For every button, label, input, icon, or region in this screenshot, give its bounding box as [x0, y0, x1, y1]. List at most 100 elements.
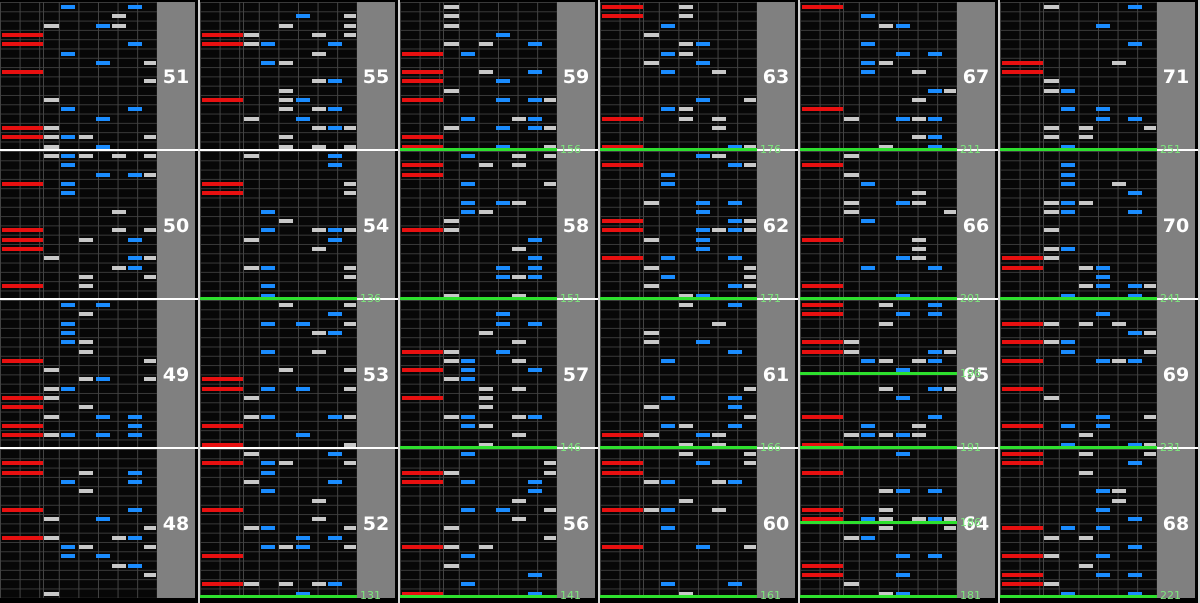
- scratch-note: [802, 163, 843, 168]
- key-note: [61, 303, 75, 307]
- key-note: [1096, 526, 1110, 531]
- key-note: [312, 330, 326, 335]
- key-note: [444, 545, 459, 549]
- measure-number: 67: [962, 65, 990, 88]
- key-note: [1096, 507, 1110, 512]
- key-note: [928, 349, 942, 354]
- key-note: [328, 479, 342, 484]
- key-note: [1044, 321, 1059, 326]
- key-note: [944, 386, 956, 391]
- key-note: [661, 23, 675, 28]
- key-note: [744, 452, 756, 456]
- key-note: [444, 358, 459, 363]
- key-note: [44, 98, 59, 102]
- key-note: [128, 5, 142, 9]
- scratch-note: [1002, 70, 1043, 75]
- key-note: [728, 284, 742, 289]
- key-note: [512, 498, 526, 503]
- key-note: [1096, 414, 1110, 419]
- key-note: [528, 125, 542, 130]
- key-note: [144, 572, 156, 577]
- key-note: [44, 414, 59, 419]
- scratch-note: [1002, 358, 1043, 363]
- key-note: [661, 479, 675, 484]
- key-note: [844, 433, 859, 438]
- key-note: [1044, 228, 1059, 233]
- lane-grid: [200, 449, 357, 598]
- key-note: [1061, 423, 1075, 428]
- marker-label: 131: [360, 589, 381, 602]
- key-note: [896, 51, 910, 56]
- key-note: [328, 163, 342, 168]
- key-note: [512, 358, 526, 363]
- measure-block: 51: [0, 2, 198, 151]
- key-note: [1112, 321, 1126, 326]
- key-note: [661, 172, 675, 177]
- key-note: [661, 396, 675, 400]
- key-note: [912, 116, 926, 121]
- key-note: [861, 60, 875, 65]
- key-note: [661, 423, 675, 428]
- marker-line: [1000, 297, 1157, 300]
- key-note: [1128, 284, 1142, 289]
- key-note: [861, 265, 875, 270]
- key-note: [912, 247, 926, 251]
- marker-line: [200, 297, 357, 300]
- key-note: [61, 5, 75, 9]
- key-note: [661, 181, 675, 186]
- key-note: [344, 23, 356, 28]
- key-note: [296, 98, 310, 102]
- key-note: [696, 545, 710, 549]
- key-note: [1128, 209, 1142, 214]
- key-note: [1044, 396, 1059, 400]
- key-note: [644, 284, 659, 289]
- key-note: [244, 526, 259, 531]
- marker-label: 211: [960, 143, 981, 156]
- scratch-note: [802, 414, 843, 419]
- marker-line: [600, 595, 757, 598]
- key-note: [1061, 172, 1075, 177]
- key-note: [928, 358, 942, 363]
- key-note: [661, 107, 675, 112]
- key-note: [112, 14, 126, 19]
- key-note: [344, 228, 356, 233]
- key-note: [261, 284, 275, 289]
- key-note: [896, 452, 910, 456]
- key-note: [696, 42, 710, 47]
- key-note: [879, 526, 893, 531]
- key-note: [1096, 423, 1110, 428]
- key-note: [344, 14, 356, 19]
- key-note: [661, 51, 675, 56]
- lane-grid: [1000, 151, 1157, 300]
- key-note: [1096, 489, 1110, 494]
- scratch-note: [202, 42, 243, 47]
- scratch-note: [1002, 386, 1043, 391]
- scratch-note: [2, 423, 43, 428]
- key-note: [328, 154, 342, 158]
- scratch-note: [602, 507, 643, 512]
- key-note: [279, 98, 293, 102]
- key-note: [261, 60, 275, 65]
- key-note: [528, 572, 542, 577]
- measure-gutter: 68: [1157, 449, 1195, 598]
- key-note: [312, 498, 326, 503]
- measure-column: 63 62 61 60 176 171 166 161: [600, 0, 798, 603]
- key-note: [128, 237, 142, 242]
- measure-number: 49: [162, 363, 190, 386]
- key-note: [844, 535, 859, 540]
- key-note: [661, 70, 675, 75]
- key-note: [128, 507, 142, 512]
- key-note: [944, 349, 956, 354]
- key-note: [879, 433, 893, 438]
- key-note: [1144, 452, 1156, 456]
- key-note: [728, 349, 742, 354]
- key-note: [328, 79, 342, 84]
- measure-gutter: 66: [957, 151, 995, 300]
- key-note: [479, 405, 493, 410]
- measure-gutter: 71: [1157, 2, 1195, 151]
- key-note: [479, 163, 493, 168]
- key-note: [44, 517, 59, 522]
- key-note: [328, 452, 342, 456]
- scratch-note: [2, 461, 43, 466]
- measure-number: 56: [562, 512, 590, 535]
